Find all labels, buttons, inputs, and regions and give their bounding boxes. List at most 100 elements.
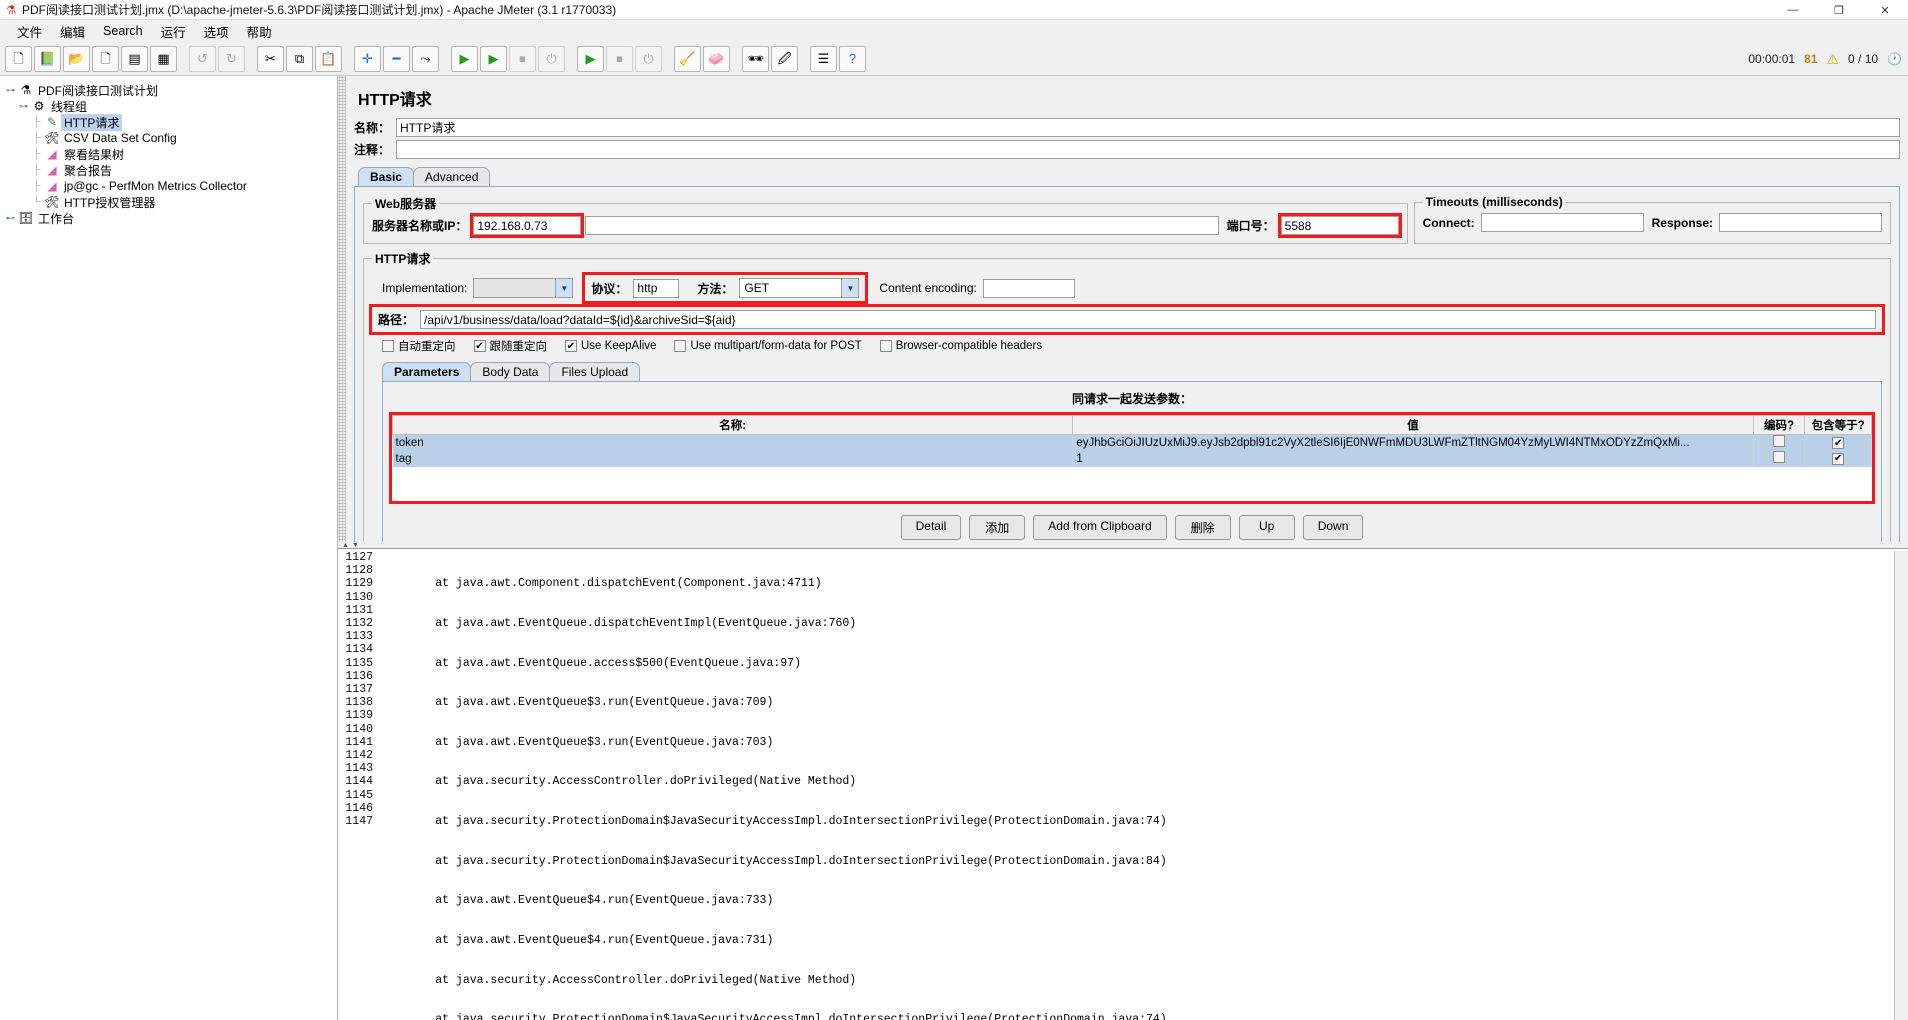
include-equals-checkbox[interactable]: ✔ (1832, 452, 1845, 465)
copy-button[interactable]: ⧉ (286, 45, 313, 72)
response-timeout-input[interactable] (1719, 213, 1882, 232)
start-button[interactable]: ▶ (451, 45, 478, 72)
tab-advanced[interactable]: Advanced (413, 167, 491, 186)
param-value-cell[interactable]: eyJhbGciOiJIUzUxMiJ9.eyJsb2dpbl91c2VyX2t… (1072, 434, 1754, 451)
detail-button[interactable]: Detail (900, 515, 962, 540)
menu-help[interactable]: 帮助 (238, 20, 281, 43)
name-input[interactable] (396, 118, 1900, 137)
col-name[interactable]: 名称: (392, 415, 1074, 435)
save-button[interactable]: ▤ (121, 45, 148, 72)
col-include-equals[interactable]: 包含等于? (1804, 415, 1872, 435)
path-input[interactable] (420, 310, 1876, 329)
help-button[interactable]: ? (839, 45, 866, 72)
tab-files-upload[interactable]: Files Upload (549, 362, 641, 381)
param-encode-cell[interactable] (1753, 450, 1806, 467)
tab-body-data[interactable]: Body Data (470, 362, 551, 381)
col-value[interactable]: 值 (1072, 415, 1754, 435)
param-value-cell[interactable]: 1 (1072, 450, 1754, 467)
add-button[interactable]: 添加 (969, 515, 1026, 540)
tab-basic[interactable]: Basic (358, 167, 415, 186)
content-encoding-input[interactable] (982, 278, 1075, 298)
server-input-filler[interactable] (585, 216, 1219, 235)
param-name-cell[interactable]: tag (392, 450, 1074, 467)
tree-node-http-request[interactable]: ├ ✎ HTTP请求 (4, 113, 337, 131)
search-icon[interactable]: 🕶 (742, 45, 769, 72)
col-encode[interactable]: 编码? (1752, 415, 1806, 435)
delete-button[interactable]: 删除 (1174, 515, 1231, 540)
param-name-cell[interactable]: token (392, 434, 1074, 451)
menu-run[interactable]: 运行 (152, 20, 195, 43)
redo-button[interactable]: ↻ (218, 45, 245, 72)
menu-search[interactable]: Search (94, 22, 152, 40)
remote-start-all-button[interactable]: ▶ (577, 45, 604, 72)
table-row[interactable]: tag 1 ✔ (392, 450, 1872, 467)
split-gutter[interactable] (338, 76, 346, 542)
tree-node-aggregate-report[interactable]: ├ ◢ 聚合报告 (4, 162, 337, 178)
maximize-button[interactable]: ❐ (1816, 0, 1862, 20)
param-include-equals-cell[interactable]: ✔ (1804, 434, 1872, 451)
clear-all-button[interactable]: 🧼 (703, 45, 730, 72)
warning-triangle-icon[interactable]: ⚠ (1826, 51, 1839, 68)
add-from-clipboard-button[interactable]: Add from Clipboard (1033, 515, 1167, 540)
log-scrollbar[interactable] (1894, 551, 1908, 1020)
expand-all-button[interactable]: ✛ (354, 45, 381, 72)
tree-node-view-results-tree[interactable]: ├ ◢ 察看结果树 (4, 146, 337, 162)
method-select[interactable]: GET ▼ (739, 278, 860, 298)
log-panel[interactable]: 1127 1128 1129 1130 1131 1132 1133 1134 … (338, 548, 1908, 1020)
new-test-plan-button[interactable]: 🗋 (5, 45, 32, 72)
tree-node-perfmon-metrics-collector[interactable]: ├ ◢ jp@gc - PerfMon Metrics Collector (4, 178, 337, 194)
cut-button[interactable]: ✂ (257, 45, 284, 72)
minimize-button[interactable]: — (1770, 0, 1816, 20)
browser-compatible-headers-checkbox[interactable] (879, 340, 892, 352)
keepalive-checkbox[interactable]: ✔ (565, 340, 577, 352)
close-button[interactable]: ✕ (1862, 0, 1908, 20)
tree-node-thread-group[interactable]: ⊶ ⚙ 线程组 (4, 98, 337, 114)
remote-shutdown-all-button[interactable]: ⏻ (635, 45, 662, 72)
tree-node-workbench[interactable]: ⊷ 🗄 工作台 (4, 210, 337, 226)
expand-knob-icon[interactable]: ⊶ (4, 85, 17, 96)
up-button[interactable]: Up (1238, 515, 1295, 540)
include-equals-checkbox[interactable]: ✔ (1832, 437, 1845, 449)
expand-knob-icon[interactable]: ⊶ (17, 101, 30, 112)
search-reset-icon[interactable]: 🖉 (771, 45, 798, 72)
paste-button[interactable]: 📋 (315, 45, 342, 72)
undo-button[interactable]: ↺ (189, 45, 216, 72)
encode-checkbox[interactable] (1772, 451, 1785, 463)
tree-node-csv-data-set-config[interactable]: ├ 🛠 CSV Data Set Config (4, 130, 337, 146)
open-button[interactable]: 📂 (63, 45, 90, 72)
server-input[interactable] (473, 216, 582, 235)
implementation-select[interactable]: ▼ (473, 278, 574, 298)
test-plan-tree[interactable]: ⊶ ⚗ PDF阅读接口测试计划 ⊶ ⚙ 线程组 ├ ✎ HTTP请求 ├ 🛠 C… (0, 76, 338, 1020)
param-encode-cell[interactable] (1753, 434, 1806, 451)
chevron-down-icon[interactable]: ▼ (841, 279, 859, 297)
tab-parameters[interactable]: Parameters (382, 362, 472, 381)
collapse-knob-icon[interactable]: ⊷ (4, 213, 17, 224)
function-helper-button[interactable]: ☰ (810, 45, 837, 72)
follow-redirect-checkbox[interactable]: ✔ (473, 340, 486, 352)
table-row[interactable]: token eyJhbGciOiJIUzUxMiJ9.eyJsb2dpbl91c… (392, 434, 1872, 451)
toggle-button[interactable]: ⤳ (412, 45, 439, 72)
clear-button[interactable]: 🧹 (674, 45, 701, 72)
menu-edit[interactable]: 编辑 (51, 20, 94, 43)
multipart-checkbox[interactable] (674, 340, 687, 352)
close-button[interactable]: 🗋 (92, 45, 119, 72)
auto-redirect-checkbox[interactable] (382, 340, 394, 352)
menu-options[interactable]: 选项 (195, 20, 238, 43)
save-as-button[interactable]: ▦ (150, 45, 177, 72)
params-table-wrap[interactable]: 名称: 值 编码? 包含等于? token eyJhbGciOiJIUzUxMi… (392, 415, 1872, 501)
param-include-equals-cell[interactable]: ✔ (1804, 450, 1872, 467)
port-input[interactable] (1280, 216, 1399, 235)
templates-button[interactable]: 📗 (34, 45, 61, 72)
connect-timeout-input[interactable] (1480, 213, 1644, 232)
start-no-pauses-button[interactable]: ▶ (480, 45, 507, 72)
shutdown-button[interactable]: ⏻ (538, 45, 565, 72)
protocol-input[interactable] (633, 278, 680, 298)
chevron-down-icon[interactable]: ▼ (555, 279, 573, 297)
down-button[interactable]: Down (1302, 515, 1364, 540)
menu-file[interactable]: 文件 (8, 20, 51, 43)
comment-input[interactable] (396, 140, 1900, 159)
tree-node-http-auth-manager[interactable]: └ 🛠 HTTP授权管理器 (4, 194, 337, 210)
stop-button[interactable]: ⏹ (509, 45, 536, 72)
collapse-all-button[interactable]: ━ (383, 45, 410, 72)
remote-stop-all-button[interactable]: ⏹ (606, 45, 633, 72)
